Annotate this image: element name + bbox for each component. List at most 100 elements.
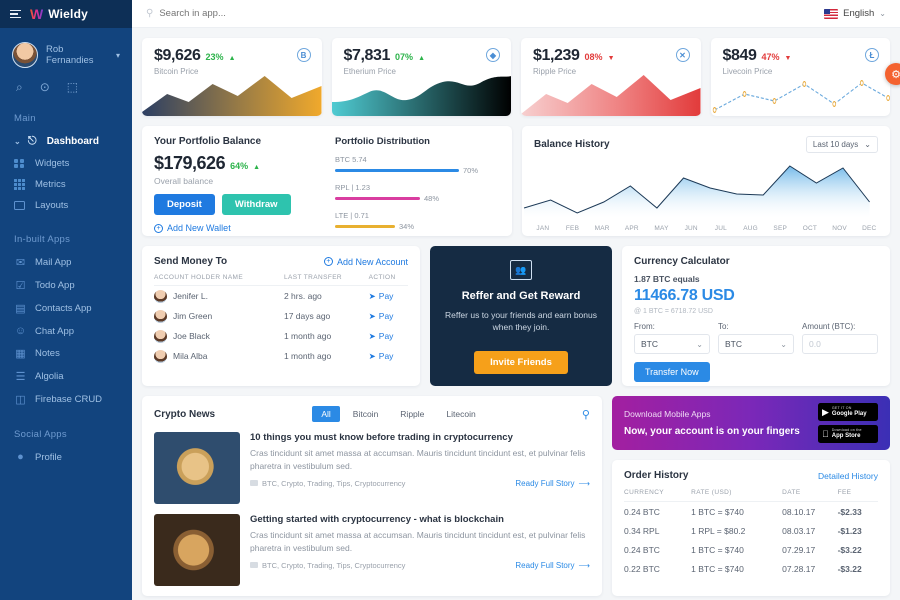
language-switcher[interactable]: English ⌄ xyxy=(824,8,886,19)
sidebar-item-label: Widgets xyxy=(35,158,70,169)
menu-toggle-icon[interactable] xyxy=(10,9,21,19)
read-full-story-link[interactable]: Ready Full Story ⟶ xyxy=(515,479,590,488)
axis-tick: OCT xyxy=(802,225,818,232)
stat-amount: $849 xyxy=(722,47,757,64)
table-header-row: CURRENCY RATE (USD) DATE FEE xyxy=(624,489,878,502)
table-row: Joe Black 1 month ago ➤ Pay xyxy=(154,326,408,346)
withdraw-button[interactable]: Withdraw xyxy=(221,194,291,215)
apple-icon:  xyxy=(822,429,829,439)
stat-card-bitcoin[interactable]: $9,626 23% ▲ Bitcoin Price B xyxy=(142,38,322,116)
cell-date: 08.10.17 xyxy=(782,506,816,517)
arrow-right-icon: ⟶ xyxy=(578,560,590,570)
distribution-label: LTE | 0.71 xyxy=(335,211,369,220)
google-play-badge[interactable]: ▶ GET IT ON Google Play xyxy=(818,403,878,421)
sidebar-item-label: Metrics xyxy=(35,179,66,190)
distribution-bar-row: 34% xyxy=(335,222,500,231)
news-headline: Getting started with cryptocurrency - wh… xyxy=(250,514,504,525)
to-select[interactable]: BTC ⌄ xyxy=(718,334,794,354)
bottom-row: Crypto News All Bitcoin Ripple Litecoin … xyxy=(142,396,890,596)
portfolio-amount-row: $179,626 64% ▲ xyxy=(154,153,329,174)
sidebar-item-contacts-app[interactable]: ▤ Contacts App xyxy=(0,297,132,320)
notes-icon: ▦ xyxy=(15,348,26,360)
portfolio-title: Your Portfolio Balance xyxy=(154,136,262,147)
balance-history-title: Balance History xyxy=(534,139,610,150)
sidebar-item-todo-app[interactable]: ☑ Todo App xyxy=(0,274,132,297)
tab-all[interactable]: All xyxy=(312,406,340,422)
sidebar-item-chat-app[interactable]: ☺ Chat App xyxy=(0,320,132,342)
sidebar-item-widgets[interactable]: Widgets xyxy=(0,153,132,174)
stat-card-ripple[interactable]: $1,239 08% ▼ Ripple Price ✕ xyxy=(521,38,701,116)
amount-input[interactable] xyxy=(802,334,878,354)
news-search-icon[interactable]: ⚲ xyxy=(582,408,590,421)
gift-users-icon xyxy=(510,260,532,280)
add-new-wallet-button[interactable]: + Add New Wallet xyxy=(154,223,329,233)
news-thumbnail xyxy=(154,514,240,586)
stat-value-row: $1,239 08% ▼ xyxy=(521,38,701,65)
settings-fab-button[interactable]: ⚙ xyxy=(885,63,900,85)
from-select[interactable]: BTC ⌄ xyxy=(634,334,710,354)
axis-tick: JUN xyxy=(684,225,698,232)
crypto-news-card: Crypto News All Bitcoin Ripple Litecoin … xyxy=(142,396,602,596)
notification-icon[interactable]: ⊙ xyxy=(40,80,50,95)
logo-icon: W xyxy=(30,6,44,22)
news-footer: BTC, Crypto, Trading, Tips, Cryptocurren… xyxy=(250,561,590,570)
read-more-label: Ready Full Story xyxy=(515,478,575,488)
search-input[interactable] xyxy=(159,8,280,19)
sidebar-item-layouts[interactable]: Layouts xyxy=(0,195,132,216)
sparkline-bitcoin xyxy=(142,72,322,116)
news-footer: BTC, Crypto, Trading, Tips, Cryptocurren… xyxy=(250,479,590,488)
stat-amount: $1,239 xyxy=(533,47,580,64)
detailed-history-link[interactable]: Detailed History xyxy=(818,471,878,481)
sidebar-item-mail-app[interactable]: ✉ Mail App xyxy=(0,251,132,274)
cell-date: 08.03.17 xyxy=(782,525,816,536)
app-store-badge[interactable]:  Download on the App Store xyxy=(818,425,878,443)
sidebar-item-label: Layouts xyxy=(35,200,69,211)
portfolio-balance-card: Your Portfolio Balance $179,626 64% ▲ Ov… xyxy=(142,126,512,236)
sidebar-item-metrics[interactable]: Metrics xyxy=(0,174,132,195)
pay-button[interactable]: ➤ Pay xyxy=(369,351,408,362)
trend-down-icon: ▼ xyxy=(607,55,615,62)
sidebar-item-firebase-crud[interactable]: ◫ Firebase CRUD xyxy=(0,388,132,411)
invite-friends-button[interactable]: Invite Friends xyxy=(474,351,568,374)
search-icon[interactable]: ⌕ xyxy=(16,80,23,95)
tab-bitcoin[interactable]: Bitcoin xyxy=(344,406,388,422)
news-item[interactable]: Getting started with cryptocurrency - wh… xyxy=(154,514,590,586)
promo-title: Now, your account is on your fingers xyxy=(624,426,800,437)
axis-tick: APR xyxy=(624,225,639,232)
chevron-down-icon[interactable]: ▾ xyxy=(116,51,120,60)
chevron-down-icon: ⌄ xyxy=(864,140,871,149)
pay-button[interactable]: ➤ Pay xyxy=(369,311,408,322)
distribution-bar xyxy=(335,225,395,228)
sidebar-item-profile[interactable]: ● Profile xyxy=(0,446,132,468)
sidebar-item-label: Profile xyxy=(35,451,62,463)
add-new-account-button[interactable]: + Add New Account xyxy=(323,257,408,267)
sidebar-item-dashboard[interactable]: ⌄ ⎋ Dashboard xyxy=(0,130,132,153)
flag-us-icon xyxy=(824,8,839,19)
sparkline-livecoin xyxy=(711,72,891,116)
user-profile[interactable]: Rob Fernandies ▾ xyxy=(0,28,132,68)
transfer-now-button[interactable]: Transfer Now xyxy=(634,362,710,382)
tab-litecoin[interactable]: Litecoin xyxy=(437,406,484,422)
brand[interactable]: W Wieldy xyxy=(30,7,88,21)
profile-icon: ● xyxy=(17,451,24,463)
message-icon[interactable]: ⬚ xyxy=(67,80,78,95)
bitcoin-icon: B xyxy=(296,48,311,62)
axis-tick: JUL xyxy=(714,225,727,232)
stat-card-etherium[interactable]: $7,831 07% ▲ Etherium Price ◆ xyxy=(331,38,511,116)
sidebar-item-notes[interactable]: ▦ Notes xyxy=(0,342,132,365)
cell-date: 07.28.17 xyxy=(782,563,816,574)
date-range-select[interactable]: Last 10 days ⌄ xyxy=(805,136,878,153)
pay-button[interactable]: ➤ Pay xyxy=(369,331,408,342)
holder-name: Jenifer L. xyxy=(173,291,208,301)
news-item[interactable]: 10 things you must know before trading i… xyxy=(154,432,590,504)
read-full-story-link[interactable]: Ready Full Story ⟶ xyxy=(515,561,590,570)
tab-ripple[interactable]: Ripple xyxy=(391,406,433,422)
deposit-button[interactable]: Deposit xyxy=(154,194,215,215)
axis-tick: JAN xyxy=(536,225,550,232)
stat-card-livecoin[interactable]: $849 47% ▼ Livecoin Price Ł xyxy=(710,38,891,116)
global-search[interactable]: ⚲ xyxy=(146,8,280,19)
send-money-table: ACCOUNT HOLDER NAME LAST TRANSFER ACTION… xyxy=(154,274,408,366)
sidebar-item-algolia[interactable]: ☰ Algolia xyxy=(0,365,132,388)
pay-button[interactable]: ➤ Pay xyxy=(369,291,408,302)
table-row: Jim Green 17 days ago ➤ Pay xyxy=(154,306,408,326)
